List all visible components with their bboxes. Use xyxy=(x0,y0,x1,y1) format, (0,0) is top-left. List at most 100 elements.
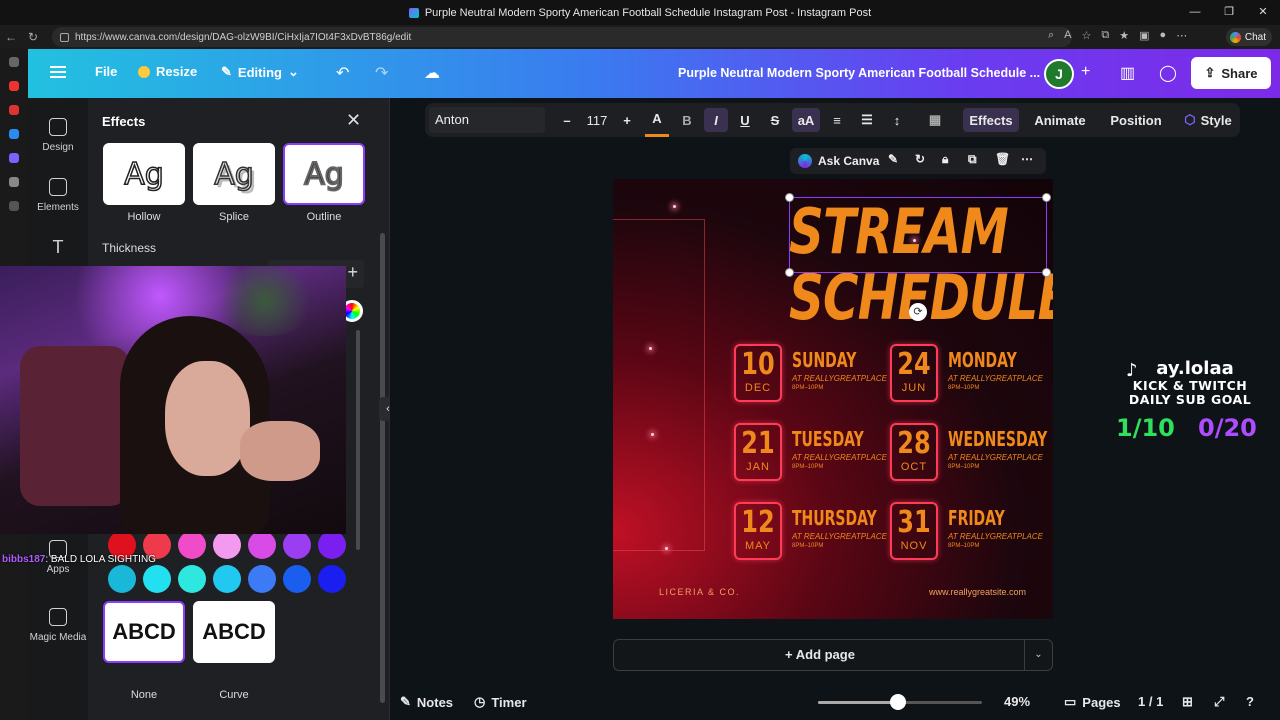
close-window-button[interactable]: ✕ xyxy=(1246,0,1280,25)
effect-splice[interactable]: Ag xyxy=(193,143,275,205)
fullscreen-icon[interactable]: ⤢ xyxy=(1214,694,1224,710)
back-icon[interactable]: ← xyxy=(0,30,22,44)
resize-handle[interactable] xyxy=(1042,268,1051,277)
avatar[interactable]: J xyxy=(1044,59,1074,89)
resize-handle[interactable] xyxy=(785,193,794,202)
maximize-button[interactable]: ❐ xyxy=(1212,0,1246,25)
extensions-icon[interactable]: ⧉ xyxy=(1101,29,1109,42)
page-counter[interactable]: 1 / 1 xyxy=(1138,694,1163,709)
color-swatch[interactable] xyxy=(143,565,171,593)
animate-button[interactable]: Animate xyxy=(1029,103,1091,137)
underline-button[interactable]: U xyxy=(733,103,757,137)
color-swatch[interactable] xyxy=(248,531,276,559)
more-icon[interactable]: ⋯ xyxy=(1176,29,1187,42)
schedule-day[interactable]: 10 DEC SUNDAY AT REALLYGREATPLACE 8PM–10P… xyxy=(734,344,894,406)
edge-icon[interactable] xyxy=(9,129,19,139)
design-page[interactable]: STREAM SCHEDULE ⟳ 10 DEC SUNDAY AT REALLY… xyxy=(613,179,1053,619)
timer-button[interactable]: ◷ Timer xyxy=(474,694,527,710)
color-swatch[interactable] xyxy=(318,531,346,559)
panel-scrollbar[interactable] xyxy=(380,233,385,703)
color-swatch[interactable] xyxy=(283,565,311,593)
undo-icon[interactable]: ↶ xyxy=(336,63,349,83)
ask-canva-button[interactable]: Ask Canva xyxy=(818,154,879,168)
app-icon[interactable] xyxy=(9,105,19,115)
redo-icon[interactable]: ↷ xyxy=(375,63,388,83)
resize-handle[interactable] xyxy=(785,268,794,277)
youtube-icon[interactable] xyxy=(9,81,19,91)
notes-button[interactable]: ✎ Notes xyxy=(400,694,453,710)
schedule-day[interactable]: 24 JUN MONDAY AT REALLYGREATPLACE 8PM–10P… xyxy=(890,344,1050,406)
color-swatch[interactable] xyxy=(248,565,276,593)
letter-case-button[interactable]: aA xyxy=(792,108,820,132)
schedule-day[interactable]: 31 NOV FRIDAY AT REALLYGREATPLACE 8PM–10P… xyxy=(890,502,1050,564)
copilot-chat-button[interactable]: Chat xyxy=(1225,28,1272,46)
list-icon[interactable]: ☰ xyxy=(855,103,879,137)
help-icon[interactable]: ? xyxy=(1246,694,1254,709)
effect-hollow[interactable]: Ag xyxy=(103,143,185,205)
zoom-icon[interactable]: ⌕ xyxy=(1048,29,1054,42)
menu-icon[interactable] xyxy=(50,66,66,68)
color-scrollbar[interactable] xyxy=(356,330,360,550)
rotate-handle-icon[interactable]: ⟳ xyxy=(909,303,927,321)
editing-mode-button[interactable]: ✎ Editing ⌄ xyxy=(221,64,299,80)
color-swatch[interactable] xyxy=(318,565,346,593)
collections-icon[interactable]: ▣ xyxy=(1139,29,1149,42)
font-selector[interactable]: Anton xyxy=(429,107,545,133)
profile-icon[interactable]: ● xyxy=(1160,29,1167,42)
font-size-value[interactable]: 117 xyxy=(580,103,614,137)
transparency-icon[interactable]: ▦ xyxy=(923,103,947,137)
brand-text[interactable]: LICERIA & CO. xyxy=(659,587,740,597)
duplicate-icon[interactable]: ⧉ xyxy=(968,152,977,167)
comment-icon[interactable]: ◯ xyxy=(1159,63,1177,83)
position-button[interactable]: Position xyxy=(1105,103,1167,137)
italic-button[interactable]: I xyxy=(704,108,728,132)
zoom-slider[interactable] xyxy=(818,694,982,710)
refresh-icon[interactable]: ↻ xyxy=(915,152,925,166)
zoom-level[interactable]: 49% xyxy=(1004,694,1030,709)
more-options-icon[interactable]: ⋯ xyxy=(1021,152,1033,166)
style-button[interactable]: ⬡ Style xyxy=(1180,103,1236,137)
reload-icon[interactable]: ↻ xyxy=(22,30,44,44)
spacing-icon[interactable]: ↕ xyxy=(885,103,909,137)
color-swatch[interactable] xyxy=(178,565,206,593)
color-swatch[interactable] xyxy=(283,531,311,559)
favorites-icon[interactable]: ★ xyxy=(1119,29,1129,42)
tab-icon[interactable] xyxy=(9,177,19,187)
align-icon[interactable]: ≡ xyxy=(825,103,849,137)
chevron-down-icon[interactable]: ⌄ xyxy=(1024,640,1052,670)
magic-edit-icon[interactable]: ✎ xyxy=(888,152,898,166)
resize-handle[interactable] xyxy=(1042,193,1051,202)
website-text[interactable]: www.reallygreatsite.com xyxy=(929,587,1026,597)
favorite-star-icon[interactable]: ☆ xyxy=(1082,29,1092,42)
file-menu[interactable]: File xyxy=(95,64,117,79)
schedule-day[interactable]: 21 JAN TUESDAY AT REALLYGREATPLACE 8PM–10… xyxy=(734,423,894,485)
insights-icon[interactable]: ▥ xyxy=(1120,63,1135,83)
nav-magic-media[interactable]: Magic Media xyxy=(28,608,88,643)
effects-button[interactable]: Effects xyxy=(963,108,1019,132)
bold-button[interactable]: B xyxy=(675,103,699,137)
font-size-decrease[interactable]: – xyxy=(555,103,579,137)
read-aloud-icon[interactable]: A xyxy=(1064,29,1071,42)
text-color-icon[interactable]: A xyxy=(645,103,669,137)
color-swatch[interactable] xyxy=(213,531,241,559)
site-info-icon[interactable] xyxy=(60,32,69,42)
close-panel-icon[interactable]: ✕ xyxy=(346,110,361,131)
add-page-button[interactable]: + Add page xyxy=(614,640,1026,670)
lock-icon[interactable]: 🔒︎ xyxy=(942,152,948,167)
schedule-day[interactable]: 28 OCT WEDNESDAY AT REALLYGREATPLACE 8PM–… xyxy=(890,423,1050,485)
sidebar-collapse-icon[interactable] xyxy=(9,57,19,67)
zoom-knob[interactable] xyxy=(890,694,907,710)
schedule-day[interactable]: 12 MAY THURSDAY AT REALLYGREATPLACE 8PM–1… xyxy=(734,502,894,564)
document-title[interactable]: Purple Neutral Modern Sporty American Fo… xyxy=(678,66,1040,80)
strikethrough-button[interactable]: S xyxy=(763,103,787,137)
selection-box[interactable] xyxy=(785,193,1051,277)
font-size-increase[interactable]: + xyxy=(615,103,639,137)
nav-design[interactable]: Design xyxy=(28,118,88,153)
grid-view-icon[interactable]: ⊞ xyxy=(1182,694,1193,710)
cloud-save-icon[interactable]: ☁ xyxy=(424,63,440,83)
shape-none[interactable]: ABCD xyxy=(103,601,185,663)
canva-tab-icon[interactable] xyxy=(9,153,19,163)
nav-text[interactable]: T xyxy=(28,238,88,262)
delete-icon[interactable]: 🗑︎ xyxy=(995,152,1010,166)
nav-elements[interactable]: Elements xyxy=(28,178,88,213)
